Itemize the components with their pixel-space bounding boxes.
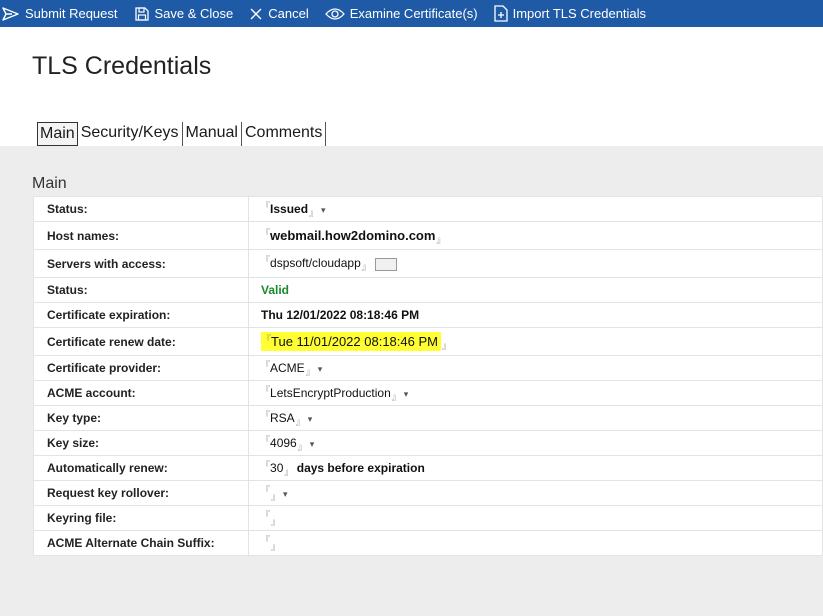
cancel-label: Cancel: [268, 6, 309, 21]
field-label: Certificate expiration:: [33, 302, 249, 328]
servers-field[interactable]: 『dspsoft/cloudapp』: [248, 249, 823, 278]
form-row-chain-suffix: ACME Alternate Chain Suffix: 『』: [33, 530, 823, 556]
form-row-status: Status: 『Issued』 ▾: [33, 196, 823, 222]
field-label: Certificate renew date:: [33, 327, 249, 356]
import-tls-credentials-button[interactable]: Import TLS Credentials: [493, 5, 647, 22]
form-row-servers: Servers with access: 『dspsoft/cloudapp』: [33, 249, 823, 278]
renew-date-value: Tue 11/01/2022 08:18:46 PM: [271, 334, 438, 349]
send-icon: [2, 6, 20, 22]
acme-account-value: LetsEncryptProduction: [270, 386, 391, 400]
form-row-key-size: Key size: 『4096』 ▾: [33, 430, 823, 456]
field-label: Certificate provider:: [33, 355, 249, 381]
form-row-expiration: Certificate expiration: Thu 12/01/2022 0…: [33, 302, 823, 328]
provider-field[interactable]: 『ACME』 ▾: [248, 355, 823, 381]
examine-certificates-label: Examine Certificate(s): [349, 6, 478, 21]
servers-value: dspsoft/cloudapp: [270, 256, 361, 271]
chevron-down-icon[interactable]: ▾: [318, 364, 323, 374]
field-label: Status:: [33, 196, 249, 222]
servers-picker-button[interactable]: [374, 257, 397, 271]
form-row-status-valid: Status: Valid: [33, 277, 823, 303]
tab-bar: Main Security/Keys Manual Comments: [37, 122, 327, 146]
field-label: Servers with access:: [33, 249, 249, 278]
acme-account-field[interactable]: 『LetsEncryptProduction』 ▾: [248, 380, 823, 406]
import-file-icon: [493, 5, 508, 22]
form-row-provider: Certificate provider: 『ACME』 ▾: [33, 355, 823, 381]
host-names-value: webmail.how2domino.com: [270, 228, 436, 243]
keyring-field[interactable]: 『』: [248, 505, 823, 531]
page-title: TLS Credentials: [32, 52, 212, 80]
key-type-field[interactable]: 『RSA』 ▾: [248, 405, 823, 431]
chevron-down-icon[interactable]: ▾: [404, 389, 409, 399]
section-title: Main: [32, 175, 67, 192]
submit-request-label: Submit Request: [25, 6, 118, 21]
key-size-field[interactable]: 『4096』 ▾: [248, 430, 823, 456]
status-field[interactable]: 『Issued』 ▾: [248, 196, 823, 222]
field-label: ACME Alternate Chain Suffix:: [33, 530, 249, 556]
form-row-keyring: Keyring file: 『』: [33, 505, 823, 531]
field-label: Key type:: [33, 405, 249, 431]
chevron-down-icon[interactable]: ▾: [310, 439, 315, 449]
field-label: Automatically renew:: [33, 455, 249, 481]
credentials-form: Status: 『Issued』 ▾ Host names: 『webmail.h…: [33, 196, 823, 556]
auto-renew-suffix: days before expiration: [296, 461, 425, 475]
tab-comments[interactable]: Comments: [242, 122, 327, 146]
key-rollover-field[interactable]: 『』 ▾: [248, 480, 823, 506]
tab-security-keys[interactable]: Security/Keys: [78, 122, 183, 146]
save-close-label: Save & Close: [154, 6, 234, 21]
valid-status-field: Valid: [248, 277, 823, 303]
chain-suffix-field[interactable]: 『』: [248, 530, 823, 556]
renew-date-field[interactable]: 『Tue 11/01/2022 08:18:46 PM』: [248, 327, 823, 356]
save-close-button[interactable]: Save & Close: [134, 6, 234, 22]
chevron-down-icon[interactable]: ▾: [321, 205, 326, 215]
field-label: Status:: [33, 277, 249, 303]
form-row-renew-date: Certificate renew date: 『Tue 11/01/2022 …: [33, 327, 823, 356]
chevron-down-icon[interactable]: ▾: [283, 489, 288, 499]
key-size-value: 4096: [270, 436, 297, 450]
auto-renew-field[interactable]: 『30』 days before expiration: [248, 455, 823, 481]
save-icon: [134, 6, 150, 22]
tab-main[interactable]: Main: [37, 122, 78, 146]
field-label: ACME account:: [33, 380, 249, 406]
tab-manual[interactable]: Manual: [183, 122, 242, 146]
renew-date-highlight: 『Tue 11/01/2022 08:18:46 PM: [261, 332, 441, 351]
close-icon: [249, 7, 263, 21]
host-names-field[interactable]: 『webmail.how2domino.com』: [248, 221, 823, 250]
chevron-down-icon[interactable]: ▾: [308, 414, 313, 424]
examine-certificates-button[interactable]: Examine Certificate(s): [324, 6, 478, 21]
import-tls-credentials-label: Import TLS Credentials: [512, 6, 647, 21]
valid-status-value: Valid: [261, 283, 290, 297]
auto-renew-value: 30: [270, 461, 284, 475]
key-type-value: RSA: [270, 411, 295, 425]
provider-value: ACME: [270, 361, 305, 375]
status-value: Issued: [270, 202, 309, 216]
expiration-value: Thu 12/01/2022 08:18:46 PM: [261, 308, 420, 322]
expiration-field: Thu 12/01/2022 08:18:46 PM: [248, 302, 823, 328]
form-row-auto-renew: Automatically renew: 『30』 days before ex…: [33, 455, 823, 481]
field-label: Keyring file:: [33, 505, 249, 531]
field-label: Host names:: [33, 221, 249, 250]
eye-icon: [324, 7, 345, 21]
cancel-button[interactable]: Cancel: [249, 6, 309, 21]
field-label: Request key rollover:: [33, 480, 249, 506]
action-toolbar: Submit Request Save & Close Cancel Exami…: [0, 0, 823, 27]
submit-request-button[interactable]: Submit Request: [2, 6, 118, 22]
form-row-key-type: Key type: 『RSA』 ▾: [33, 405, 823, 431]
form-row-key-rollover: Request key rollover: 『』 ▾: [33, 480, 823, 506]
form-row-host-names: Host names: 『webmail.how2domino.com』: [33, 221, 823, 250]
form-row-acme-account: ACME account: 『LetsEncryptProduction』 ▾: [33, 380, 823, 406]
field-label: Key size:: [33, 430, 249, 456]
